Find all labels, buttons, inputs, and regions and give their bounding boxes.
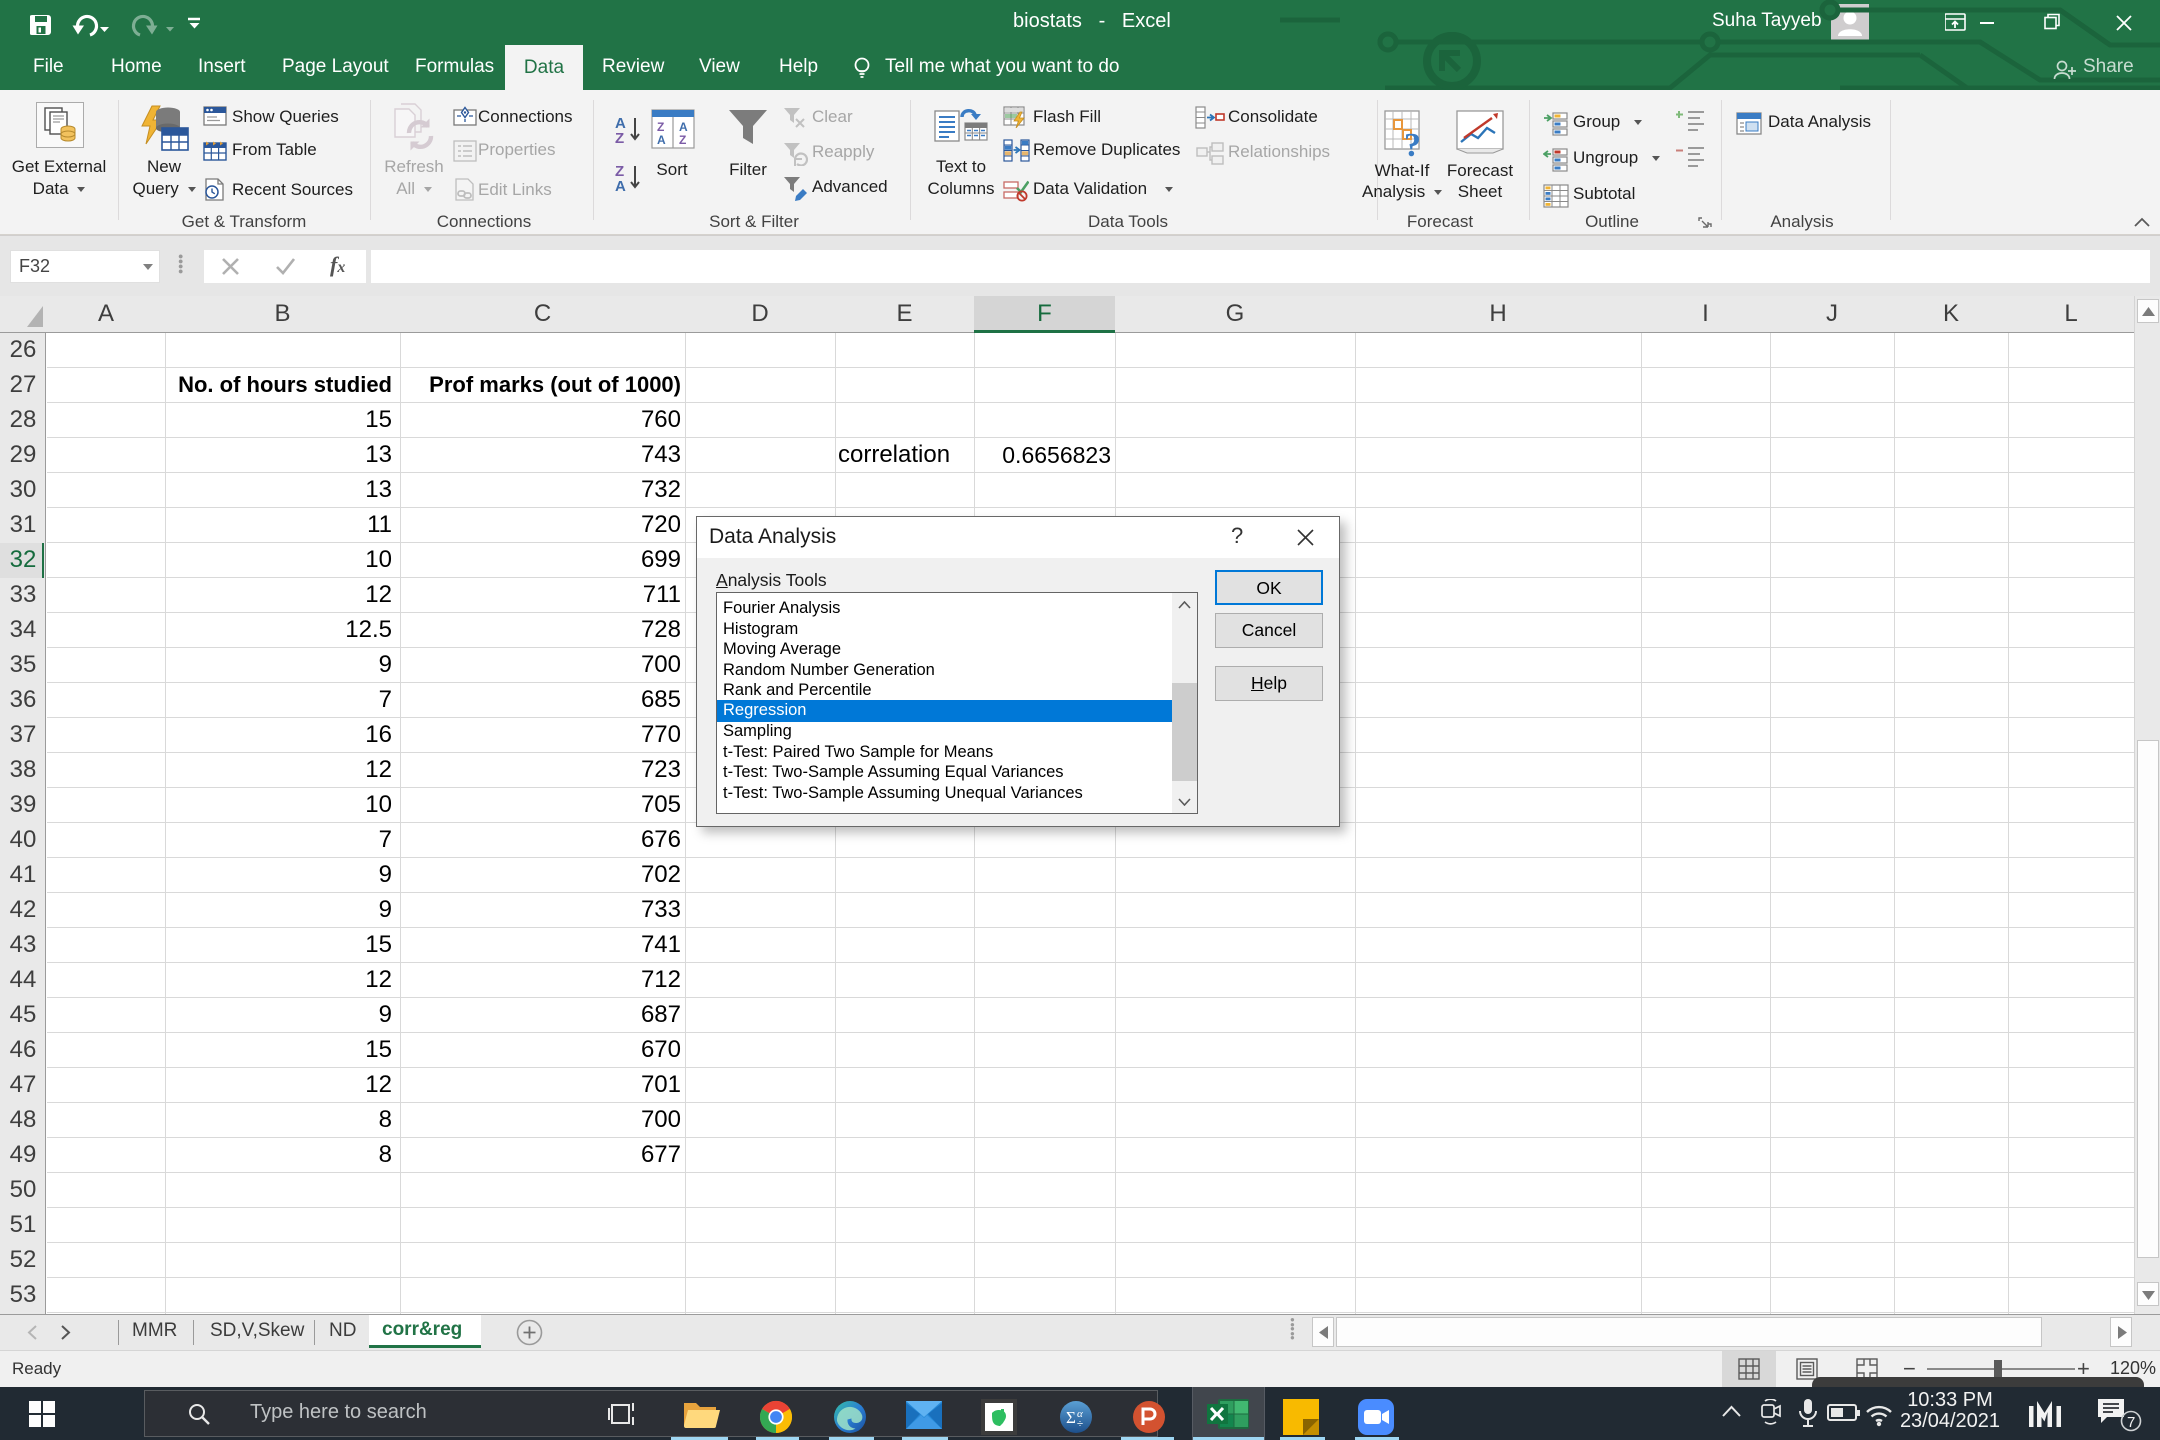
svg-text:7: 7 — [2127, 1414, 2135, 1431]
svg-text:Z: Z — [615, 130, 624, 145]
svg-text:A: A — [679, 120, 688, 134]
svg-text:÷: ÷ — [1077, 1418, 1083, 1430]
svg-text:Σ: Σ — [1066, 1408, 1076, 1427]
svg-text:?: ? — [1404, 127, 1421, 160]
svg-text:A: A — [657, 133, 666, 147]
svg-text:Z: Z — [657, 120, 664, 134]
svg-text:Z: Z — [679, 133, 686, 147]
svg-text:A: A — [615, 178, 626, 193]
